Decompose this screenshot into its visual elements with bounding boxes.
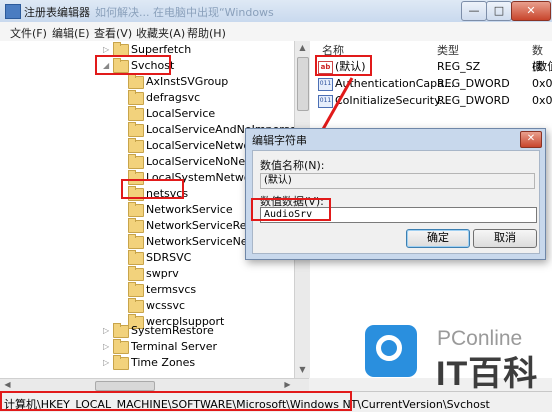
- value-data: (数值: [532, 60, 552, 73]
- ok-button[interactable]: 确定: [406, 229, 470, 248]
- column-header-data[interactable]: 数据: [532, 42, 552, 73]
- cancel-button[interactable]: 取消: [473, 229, 537, 248]
- folder-icon: [128, 250, 144, 265]
- folder-icon: [113, 355, 129, 370]
- tree-item-label: Terminal Server: [131, 340, 218, 353]
- edit-string-dialog: 编辑字符串 ✕ 数值名称(N): (默认) 数值数据(V): AudioSrv …: [245, 128, 546, 260]
- value-type: REG_DWORD: [437, 77, 510, 90]
- watermark-itbaike: IT百科: [436, 355, 539, 393]
- tree-item-label: Time Zones: [131, 356, 196, 369]
- value-type: REG_DWORD: [437, 94, 510, 107]
- tree-item-label: AxInstSVGroup: [146, 75, 229, 88]
- tree-item-label: NetworkService: [146, 203, 233, 216]
- pconline-logo-icon: [365, 325, 417, 377]
- column-header-type[interactable]: 类型: [437, 42, 459, 58]
- scroll-thumb[interactable]: [95, 381, 155, 391]
- folder-icon: [113, 323, 129, 338]
- folder-icon: [128, 298, 144, 313]
- value-data: 0x00: [532, 94, 552, 107]
- folder-icon: [128, 234, 144, 249]
- folder-icon: [128, 202, 144, 217]
- scroll-down-icon[interactable]: ▼: [295, 365, 310, 374]
- minimize-button[interactable]: —: [461, 1, 487, 21]
- tree-item-label: swprv: [146, 267, 179, 280]
- tree-item-label: SystemRestore: [131, 324, 214, 337]
- tree-horizontal-scrollbar[interactable]: ◀ ▶: [0, 378, 309, 392]
- value-name-label: 数值名称(N):: [260, 159, 325, 172]
- folder-icon: [128, 122, 144, 137]
- expand-arrow-icon[interactable]: ▷: [103, 339, 113, 355]
- window-title: 注册表编辑器: [24, 6, 90, 19]
- highlight-box-path: [0, 391, 352, 411]
- folder-icon: [128, 218, 144, 233]
- maximize-button[interactable]: □: [486, 1, 512, 21]
- expand-arrow-icon[interactable]: ▷: [103, 323, 113, 339]
- scroll-right-icon[interactable]: ▶: [280, 380, 295, 389]
- highlight-box-netsvcs: [121, 179, 184, 199]
- value-name-field: (默认): [260, 173, 535, 189]
- regedit-app-icon: [5, 4, 21, 19]
- folder-icon: [128, 282, 144, 297]
- tree-item-label: SDRSVC: [146, 251, 192, 264]
- scroll-up-icon[interactable]: ▲: [295, 43, 310, 52]
- tree-item-label: defragsvc: [146, 91, 201, 104]
- close-button[interactable]: ✕: [511, 1, 551, 21]
- folder-icon: [128, 74, 144, 89]
- tree-item-label: wcssvc: [146, 299, 186, 312]
- folder-icon: [128, 138, 144, 153]
- folder-icon: [113, 339, 129, 354]
- value-type: REG_SZ: [437, 60, 481, 73]
- background-window-title: 如何解决... 在电脑中出现“Windows: [95, 6, 274, 19]
- expand-arrow-icon[interactable]: ▷: [103, 355, 113, 371]
- scroll-left-icon[interactable]: ◀: [0, 380, 15, 389]
- folder-icon: [128, 266, 144, 281]
- menu-edit[interactable]: 编辑(E): [52, 25, 90, 41]
- dialog-title: 编辑字符串: [252, 134, 307, 147]
- menu-favorites[interactable]: 收藏夹(A): [136, 25, 185, 41]
- title-bar: 注册表编辑器 如何解决... 在电脑中出现“Windows — □ ✕: [0, 0, 552, 23]
- highlight-box-svchost: [95, 55, 171, 75]
- dialog-close-button[interactable]: ✕: [520, 131, 542, 148]
- tree-item-label: termsvcs: [146, 283, 197, 296]
- folder-icon: [128, 90, 144, 105]
- menu-file[interactable]: 文件(F): [10, 25, 47, 41]
- folder-icon: [128, 106, 144, 121]
- menu-bar: 文件(F) 编辑(E) 查看(V) 收藏夹(A) 帮助(H): [0, 22, 552, 42]
- tree-item-label: LocalService: [146, 107, 216, 120]
- folder-icon: [128, 154, 144, 169]
- menu-view[interactable]: 查看(V): [94, 25, 132, 41]
- value-data: 0x00: [532, 77, 552, 90]
- highlight-box-value-data: [251, 198, 331, 221]
- menu-help[interactable]: 帮助(H): [187, 25, 226, 41]
